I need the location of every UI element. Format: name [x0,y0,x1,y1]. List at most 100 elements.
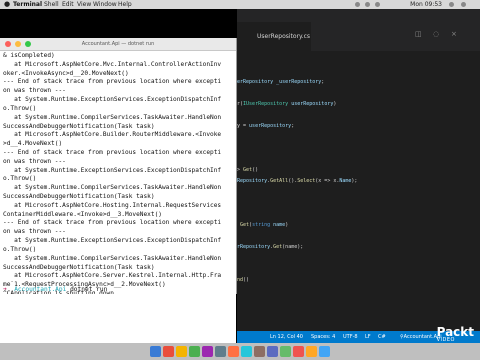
status-encoding[interactable]: UTF-8 [343,331,358,343]
dock-app-icon[interactable] [293,346,304,357]
status-project[interactable]: ⚲ Accountant.Api [400,331,442,343]
dock-app-icon[interactable] [215,346,226,357]
code-token: name [273,222,286,228]
dock-app-icon[interactable] [306,346,317,357]
terminal-line: --- End of stack trace from previous loc… [3,219,222,227]
code-token: () [252,167,259,173]
terminal-output[interactable]: & isCompleted) at Microsoft.AspNetCore.M… [3,52,233,299]
terminal-window: Accountant.Api — dotnet run & isComplete… [0,38,237,297]
code-token: () [243,277,250,283]
terminal-line: o.Throw() [3,175,37,183]
apple-menu-icon[interactable]: ● [4,0,10,9]
menu-item-shell[interactable]: Shell [44,0,59,9]
terminal-line: at System.Runtime.ExceptionServices.Exce… [3,96,222,104]
notification-center-icon[interactable] [461,2,466,7]
dock-app-icon[interactable] [150,346,161,357]
battery-icon[interactable] [375,2,380,7]
code-line: Get(string name) [237,222,288,229]
code-token: userRepository [291,101,334,107]
dock-app-icon[interactable] [280,346,291,357]
terminal-line: --- End of stack trace from previous loc… [3,78,222,86]
code-token: ; [291,123,295,129]
status-eol[interactable]: LF [365,331,371,343]
editor-code-area[interactable]: erRepository _userRepository; r(IUserRepo… [237,79,480,329]
prompt-command: dotnet run [70,286,108,293]
preview-icon[interactable]: ◌ [433,31,439,38]
code-token: Get [243,167,253,173]
spotlight-icon[interactable] [449,2,454,7]
close-icon[interactable]: × [451,31,457,38]
status-icon[interactable] [355,2,360,7]
dock-app-icon[interactable] [163,346,174,357]
code-token: rRepository [237,244,271,250]
dock-app-icon[interactable] [228,346,239,357]
menu-item-view[interactable]: View [77,0,91,9]
menu-clock[interactable]: Mon 09:53 [410,0,442,9]
terminal-line: ContainerMiddleware.<Invoke>d__3.MoveNex… [3,210,162,218]
menu-item-window[interactable]: Window [93,0,117,9]
code-token: erRepository [237,79,277,85]
terminal-title: Accountant.Api — dotnet run [81,41,155,47]
terminal-lower-area[interactable] [0,294,236,343]
dock-app-icon[interactable] [189,346,200,357]
terminal-line: & isCompleted) [3,52,55,59]
terminal-line: o.Throw() [3,104,37,112]
dock-app-icon[interactable] [176,346,187,357]
dock-app-icon[interactable] [319,346,330,357]
terminal-line: at System.Runtime.CompilerServices.TaskA… [3,254,222,262]
terminal-prompt[interactable]: ➜ Accountant.Api dotnet run [3,286,107,294]
terminal-line: on was thrown --- [3,157,66,165]
dock-app-icon[interactable] [241,346,252,357]
code-token: ); [351,178,358,184]
terminal-line: at System.Runtime.CompilerServices.TaskA… [3,184,222,192]
code-line: nd() [237,277,249,284]
code-line: erRepository _userRepository; [237,79,324,86]
editor-tab-label: UserRepository.cs [257,33,311,40]
code-line: rRepository.Get(name); [237,244,303,251]
menu-app-name[interactable]: Terminal [13,0,42,9]
status-cursor-position[interactable]: Ln 12, Col 40 [270,331,303,343]
code-token: _userRepository [276,79,322,85]
terminal-line: o.Throw() [3,245,37,253]
code-token: Repository [237,178,268,184]
menu-item-help[interactable]: Help [118,0,132,9]
terminal-line: oker.<InvokeAsync>d__20.MoveNext() [3,69,129,77]
terminal-line: at Microsoft.AspNetCore.Server.Kestrel.I… [3,272,222,280]
terminal-line: at System.Runtime.ExceptionServices.Exce… [3,237,222,245]
terminal-line: SuccessAndDebuggerNotification(Task task… [3,263,155,271]
code-line: r(IUserRepository userRepository) [237,101,336,108]
code-token: (name); [282,244,304,250]
code-token: Get [273,244,283,250]
code-editor: UserRepository.cs ◫ ◌ × erRepository _us… [237,9,480,343]
wifi-icon[interactable] [365,2,370,7]
code-token: y = [237,123,250,129]
editor-tab[interactable]: UserRepository.cs [237,22,311,51]
terminal-line: at System.Runtime.ExceptionServices.Exce… [3,166,222,174]
code-token: userRepository [249,123,292,129]
terminal-line: on was thrown --- [3,228,66,236]
status-language[interactable]: C# [378,331,386,343]
terminal-line: SuccessAndDebuggerNotification(Task task… [3,122,155,130]
terminal-line: >d__4.MoveNext() [3,140,63,148]
menu-item-edit[interactable]: Edit [62,0,74,9]
terminal-line: at Microsoft.AspNetCore.Builder.RouterMi… [3,131,222,139]
prompt-arrow: ➜ [3,286,7,293]
code-line: Repository.GetAll().Select(x => x.Name); [237,178,357,185]
terminal-title-bar[interactable]: Accountant.Api — dotnet run [0,38,236,51]
split-editor-icon[interactable]: ◫ [415,31,422,38]
dock-app-icon[interactable] [267,346,278,357]
dock-app-icon[interactable] [202,346,213,357]
dock-app-icon[interactable] [254,346,265,357]
menu-bar: ● Terminal Shell Edit View Window Help M… [0,0,480,9]
code-token: Name [339,178,352,184]
code-line: y = userRepository; [237,123,294,130]
terminal-line: --- End of stack trace from previous loc… [3,148,222,156]
code-token: ) [333,101,337,107]
code-token: GetAll [270,178,289,184]
status-indentation[interactable]: Spaces: 4 [311,331,335,343]
terminal-line: at Microsoft.AspNetCore.Hosting.Internal… [3,201,222,209]
terminal-line: at System.Runtime.CompilerServices.TaskA… [3,113,222,121]
terminal-line: on was thrown --- [3,87,66,95]
code-token: (). [288,178,298,184]
code-token: IUserRepository [243,101,292,107]
